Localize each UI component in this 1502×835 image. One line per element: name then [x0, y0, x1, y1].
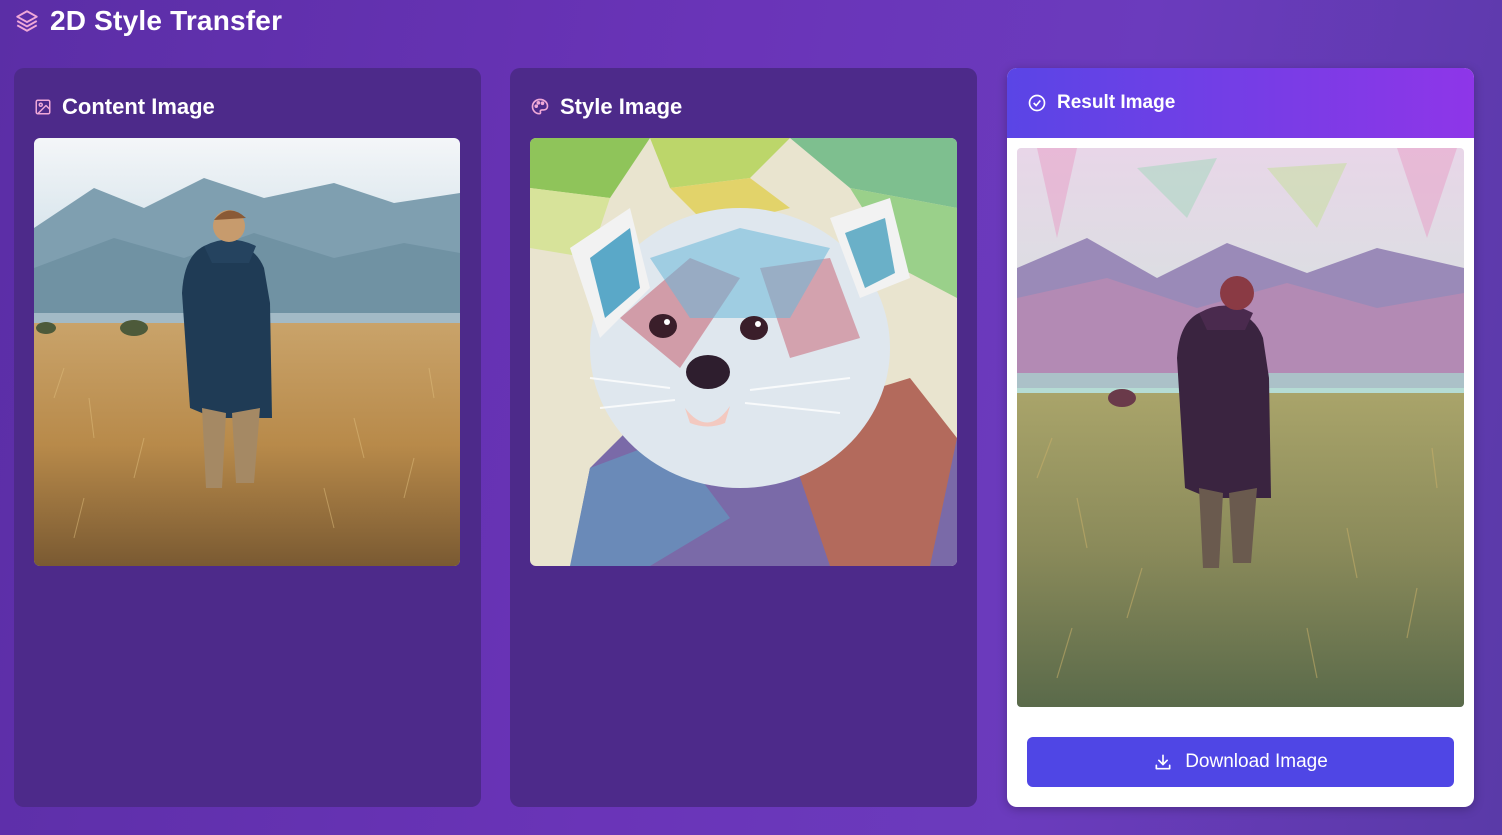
style-image-panel: Style Image: [510, 68, 977, 807]
result-image-title: Result Image: [1057, 92, 1176, 113]
content-image-panel: Content Image: [14, 68, 481, 807]
result-image-header: Result Image: [1007, 68, 1474, 138]
result-image-panel: Result Image Download Image: [1007, 68, 1474, 807]
image-icon: [34, 98, 52, 116]
style-image-preview: [530, 138, 957, 566]
result-image-preview: [1017, 148, 1464, 707]
style-image-title: Style Image: [560, 94, 683, 119]
content-image-header: Content Image: [34, 94, 215, 120]
app-title: 2D Style Transfer: [50, 5, 283, 36]
content-image-preview: [34, 138, 460, 566]
check-circle-icon: [1027, 93, 1047, 113]
download-image-label: Download Image: [1185, 751, 1328, 772]
app-header: 2D Style Transfer: [14, 4, 282, 38]
style-image-header: Style Image: [530, 94, 682, 120]
download-image-button[interactable]: Download Image: [1027, 737, 1454, 787]
download-icon: [1153, 752, 1173, 772]
palette-icon: [530, 97, 550, 117]
content-image-title: Content Image: [62, 94, 215, 119]
layers-icon: [14, 8, 40, 34]
